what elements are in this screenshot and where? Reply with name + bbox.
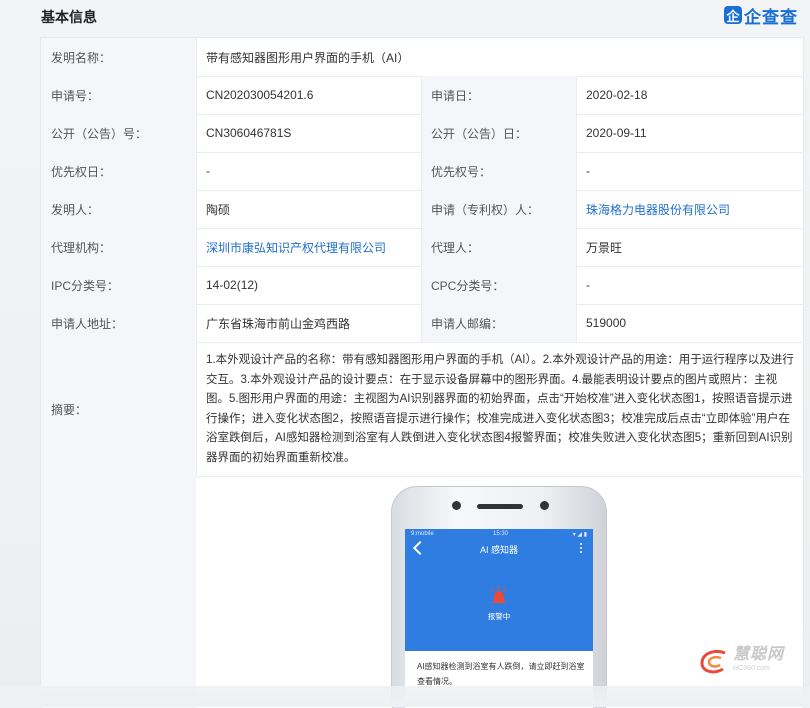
field-value: CN202030054201.6	[206, 88, 314, 102]
applicant-link[interactable]: 珠海格力电器股份有限公司	[576, 190, 803, 228]
field-value: -	[586, 278, 590, 292]
field-label: 优先权号：	[421, 152, 576, 190]
section-title: 基本信息	[41, 9, 97, 25]
abstract-text: 1.本外观设计产品的名称：带有感知器图形用户界面的手机（AI）。2.本外观设计产…	[206, 354, 794, 464]
watermark-main-text: 慧聪网	[733, 646, 785, 663]
table-row: 优先权日： - 优先权号： -	[41, 152, 803, 191]
agency-link[interactable]: 深圳市康弘知识产权代理有限公司	[196, 228, 421, 266]
table-row: 申请人地址： 广东省珠海市前山金鸡西路 申请人邮编： 519000	[41, 304, 803, 343]
table-row: 发明人： 陶硕 申请（专利权）人： 珠海格力电器股份有限公司	[41, 190, 803, 229]
field-label: 申请人邮编：	[421, 304, 576, 342]
field-value: CN306046781S	[206, 126, 292, 140]
hc360-swirl-logo	[700, 649, 726, 674]
speaker-grille	[477, 504, 523, 509]
field-value: 2020-09-11	[586, 126, 647, 140]
design-image-row: 9:mobile 15:30 ▾ ◢ ▮ AI 感知器 报警中 AI感知器检测到…	[41, 476, 803, 708]
app-title: AI 感知器	[479, 545, 518, 555]
table-row: 申请号： CN202030054201.6 申请日： 2020-02-18	[41, 76, 803, 115]
front-camera-icon	[452, 501, 461, 510]
logo-mark-icon: 企	[724, 6, 742, 24]
field-label: 代理人：	[421, 228, 576, 266]
abstract-label: 摘要：	[41, 342, 196, 476]
bottom-fade	[0, 686, 810, 707]
phone-screen: 9:mobile 15:30 ▾ ◢ ▮ AI 感知器 报警中 AI感知器检测到…	[405, 529, 593, 708]
table-row: 公开（公告）号： CN306046781S 公开（公告）日： 2020-09-1…	[41, 114, 803, 153]
field-value: 万景旺	[586, 240, 623, 255]
field-value: 14-02(12)	[206, 278, 259, 292]
field-value: 519000	[586, 316, 627, 330]
more-menu-icon[interactable]	[580, 543, 583, 555]
hc360-watermark: 慧聪网 HC360.com	[697, 646, 784, 678]
qichacha-logo[interactable]: 企 企查查	[724, 4, 798, 27]
field-label: CPC分类号：	[421, 266, 576, 304]
status-bar: 9:mobile 15:30 ▾ ◢ ▮	[405, 531, 593, 541]
field-value: 2020-02-18	[586, 88, 648, 102]
table-row: 发明名称： 带有感知器图形用户界面的手机（AI）	[41, 38, 803, 77]
field-value: 广东省珠海市前山金鸡西路	[206, 316, 351, 331]
table-row: 代理机构： 深圳市康弘知识产权代理有限公司 代理人： 万景旺	[41, 228, 803, 267]
section-header: 基本信息 企 企查查	[0, 0, 810, 32]
column-divider	[576, 76, 577, 342]
abstract-row: 摘要： 1.本外观设计产品的名称：带有感知器图形用户界面的手机（AI）。2.本外…	[41, 342, 803, 477]
field-label: IPC分类号：	[41, 266, 196, 304]
field-label: 优先权日：	[41, 152, 196, 190]
field-label: 申请（专利权）人：	[421, 190, 576, 228]
column-divider	[421, 76, 422, 342]
phone-image: 9:mobile 15:30 ▾ ◢ ▮ AI 感知器 报警中 AI感知器检测到…	[391, 486, 607, 708]
alarm-status-label: 报警中	[487, 612, 511, 621]
field-value: 带有感知器图形用户界面的手机（AI）	[206, 50, 410, 65]
logo-text: 企查查	[744, 7, 798, 27]
field-label: 公开（公告）号：	[41, 114, 196, 152]
status-carrier: 9:mobile	[411, 531, 434, 537]
column-divider	[196, 38, 197, 476]
field-value: -	[206, 164, 210, 178]
field-value: 陶硕	[206, 202, 231, 217]
field-label: 发明名称：	[41, 38, 196, 76]
info-table: 发明名称： 带有感知器图形用户界面的手机（AI） 申请号： CN20203005…	[40, 37, 804, 708]
field-label: 公开（公告）日：	[421, 114, 576, 152]
field-label: 申请日：	[421, 76, 576, 114]
status-icons: ▾ ◢ ▮	[572, 532, 587, 538]
field-label: 申请号：	[41, 76, 196, 114]
alert-message: AI感知器检测到浴室有人跌倒，请立即赶到浴室查看情况。	[417, 662, 585, 686]
watermark-sub-text: HC360.com	[733, 665, 770, 672]
alarm-siren-icon	[491, 586, 507, 603]
field-label: 发明人：	[41, 190, 196, 228]
status-time: 15:30	[493, 531, 509, 537]
field-label: 申请人地址：	[41, 304, 196, 342]
field-value: -	[586, 164, 590, 178]
field-label: 代理机构：	[41, 228, 196, 266]
image-label-cell	[41, 476, 196, 708]
app-header: 9:mobile 15:30 ▾ ◢ ▮ AI 感知器 报警中	[405, 529, 593, 651]
table-row: IPC分类号： 14-02(12) CPC分类号： -	[41, 266, 803, 305]
sensor-icon	[540, 501, 549, 510]
